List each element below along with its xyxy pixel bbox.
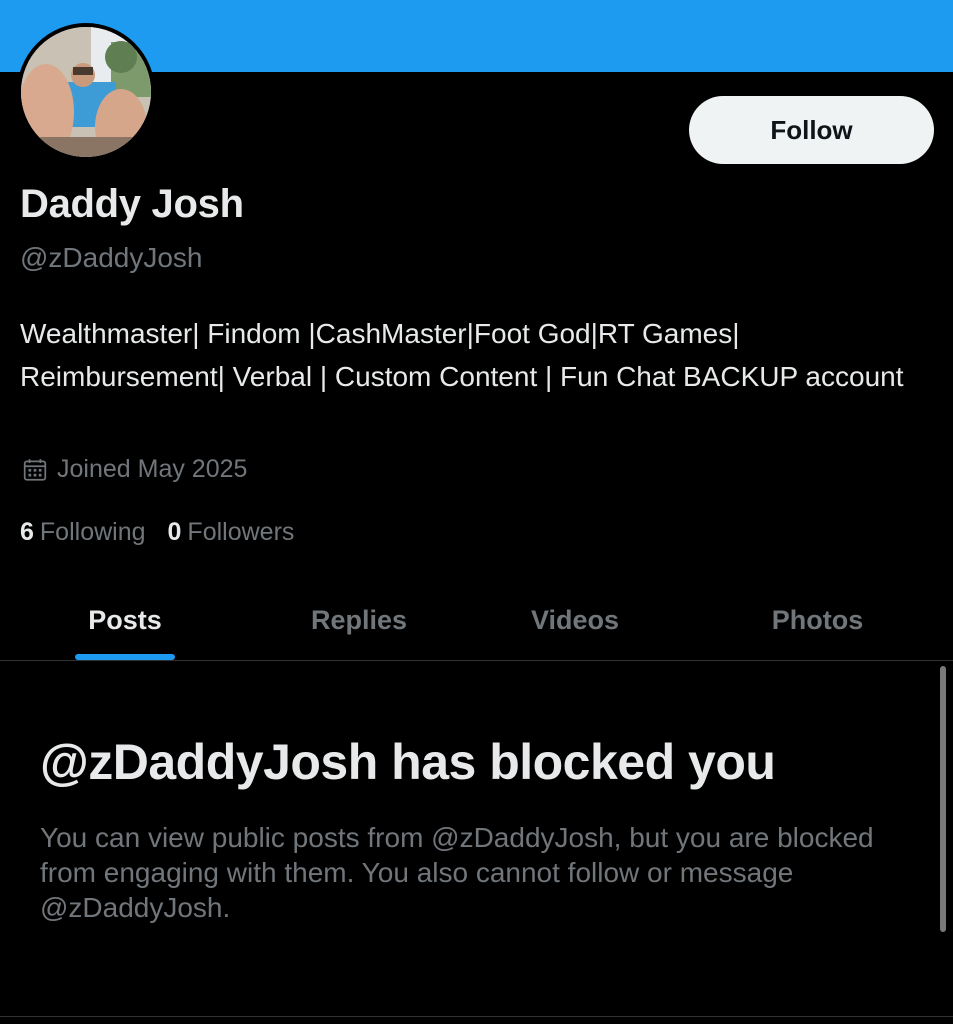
blocked-description: You can view public posts from @zDaddyJo…	[40, 822, 874, 923]
scrollbar[interactable]	[940, 666, 946, 932]
tab-photos-label: Photos	[771, 604, 864, 635]
avatar[interactable]	[17, 23, 155, 161]
user-handle: @zDaddyJosh	[20, 242, 203, 273]
profile-photo-image	[21, 27, 151, 157]
profile-bio: Wealthmaster| Findom |CashMaster|Foot Go…	[20, 318, 904, 392]
follow-stats: 6 Following 0 Followers	[20, 518, 316, 547]
tab-videos-label: Videos	[530, 604, 620, 635]
following-link[interactable]: 6 Following	[20, 518, 146, 547]
display-name: Daddy Josh	[20, 182, 244, 226]
calendar-icon	[23, 458, 47, 481]
following-label: Following	[39, 518, 146, 546]
joined-date: Joined May 2025	[22, 455, 247, 484]
tab-replies-label: Replies	[310, 604, 408, 635]
tab-replies[interactable]: Replies	[250, 580, 468, 660]
joined-text: Joined May 2025	[57, 455, 248, 483]
tab-photos[interactable]: Photos	[682, 580, 953, 660]
tab-posts-label: Posts	[88, 604, 162, 635]
followers-link[interactable]: 0 Followers	[168, 518, 295, 547]
tab-videos[interactable]: Videos	[468, 580, 682, 660]
profile-tabs: Posts Replies Videos Photos	[0, 580, 953, 661]
following-count: 6	[20, 518, 34, 546]
followers-count: 0	[167, 518, 182, 546]
active-tab-indicator	[75, 654, 175, 660]
divider	[0, 1016, 953, 1017]
blocked-title: @zDaddyJosh has blocked you	[40, 734, 776, 790]
follow-button[interactable]: Follow	[689, 96, 934, 164]
followers-label: Followers	[187, 518, 295, 546]
tab-posts[interactable]: Posts	[0, 580, 250, 660]
